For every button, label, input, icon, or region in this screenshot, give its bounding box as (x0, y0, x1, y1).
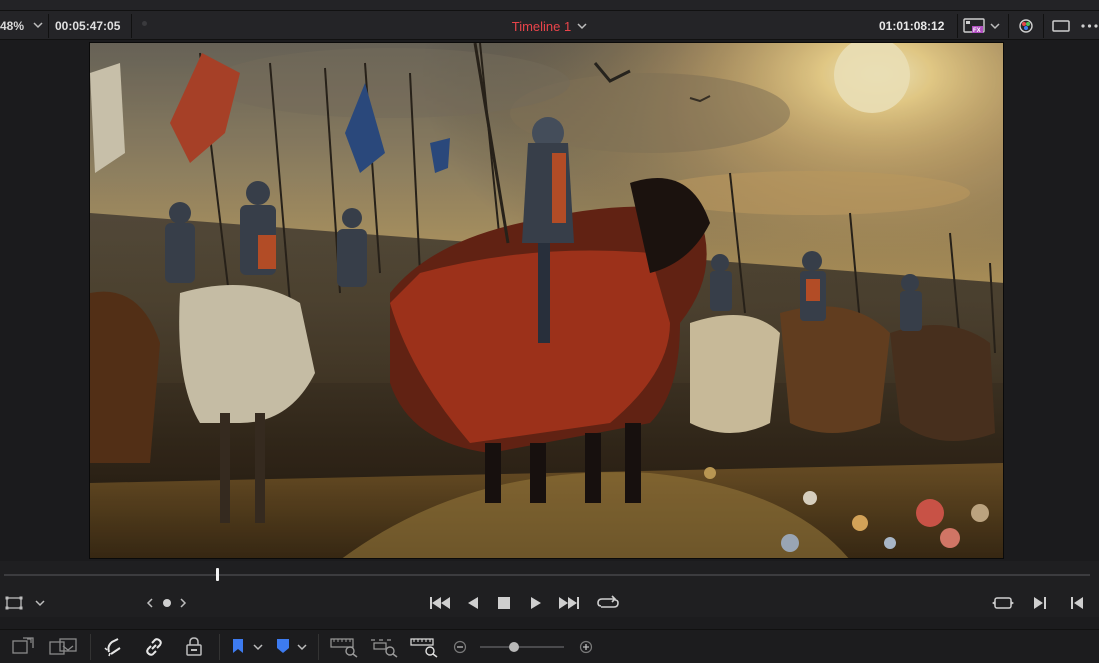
video-viewer[interactable] (0, 40, 1099, 561)
prev-clip-button[interactable] (145, 594, 155, 617)
transport-controls (0, 589, 1099, 617)
jump-to-start-button[interactable] (428, 594, 452, 617)
timeline-toolbar (0, 629, 1099, 663)
jump-to-end-button[interactable] (557, 594, 581, 617)
stop-icon (498, 597, 510, 609)
timeline-name: Timeline 1 (511, 18, 572, 34)
record-timecode: 01:01:08:12 (879, 19, 945, 33)
snapping-button[interactable] (104, 636, 126, 663)
divider (957, 14, 958, 38)
video-fx-icon: FX (963, 18, 1000, 34)
stop-button[interactable] (497, 594, 511, 617)
jump-to-start-icon (430, 597, 450, 609)
lock-button[interactable] (183, 636, 205, 663)
match-frame-button[interactable] (992, 594, 1014, 617)
chevron-down-icon (577, 23, 587, 30)
play-icon (531, 597, 541, 609)
zoom-out-button[interactable] (453, 636, 467, 663)
scrubber-track[interactable] (4, 574, 1090, 576)
zoom-out-icon (453, 640, 467, 654)
divider (318, 634, 319, 660)
timeline-view-icon (12, 637, 34, 654)
loop-icon (597, 595, 619, 608)
divider (1043, 14, 1044, 38)
link-button[interactable] (143, 636, 165, 663)
clip-dot-icon (163, 599, 171, 607)
zoom-full-icon (330, 638, 358, 658)
viewer-mode-icon (1052, 20, 1070, 32)
viewer-mode-button[interactable] (1051, 17, 1071, 40)
snapping-icon (104, 638, 121, 657)
zoom-custom-icon (410, 638, 438, 658)
zoom-detail-icon (371, 639, 398, 658)
jump-to-end-icon (559, 597, 579, 609)
svg-text:FX: FX (973, 28, 981, 34)
zoom-full-button[interactable] (330, 636, 360, 663)
scrubber-bar[interactable] (0, 561, 1099, 589)
video-frame (89, 42, 1004, 559)
lock-icon (186, 637, 202, 656)
flag-icon (233, 639, 243, 653)
link-icon (146, 638, 162, 656)
loop-button[interactable] (596, 594, 620, 617)
playhead[interactable] (215, 568, 219, 581)
play-button[interactable] (529, 594, 543, 617)
next-clip-button[interactable] (178, 594, 188, 617)
more-options-button[interactable] (1080, 17, 1099, 40)
multicam-button[interactable] (48, 636, 78, 663)
chevron-down-icon (35, 600, 45, 607)
video-fx-button[interactable]: FX (963, 17, 1003, 40)
more-icon (1081, 24, 1098, 28)
prev-edit-button[interactable] (1069, 594, 1085, 617)
play-reverse-icon (468, 597, 478, 609)
prev-edit-icon (1071, 597, 1083, 609)
zoom-slider-track[interactable] (480, 646, 564, 648)
zoom-detail-button[interactable] (370, 636, 400, 663)
play-reverse-button[interactable] (466, 594, 480, 617)
zoom-custom-button[interactable] (410, 636, 440, 663)
next-edit-button[interactable] (1032, 594, 1048, 617)
flag-button[interactable] (230, 636, 266, 663)
marker-button[interactable] (274, 636, 310, 663)
divider (1008, 14, 1009, 38)
prev-clip-icon (146, 598, 153, 608)
divider (90, 634, 91, 660)
marker-icon (277, 639, 289, 653)
next-clip-icon (180, 598, 187, 608)
zoom-in-icon (579, 640, 593, 654)
chevron-down-icon (297, 644, 307, 651)
zoom-slider-handle[interactable] (508, 642, 519, 652)
window-top-strip (0, 0, 1099, 10)
color-bypass-icon (1019, 19, 1033, 33)
divider (219, 634, 220, 660)
viewer-mode-icon (5, 596, 23, 610)
zoom-in-button[interactable] (579, 636, 593, 663)
match-frame-icon (992, 597, 1014, 609)
color-bypass-button[interactable] (1016, 17, 1036, 40)
timeline-view-button[interactable] (11, 636, 35, 663)
next-edit-icon (1034, 597, 1046, 609)
clip-dot-button[interactable] (161, 594, 173, 617)
viewer-options-button[interactable] (5, 594, 49, 617)
frame-image (90, 43, 1003, 558)
multicam-icon (49, 638, 77, 655)
chevron-down-icon (253, 644, 263, 651)
viewer-header: 48% 00:05:47:05 Timeline 1 01:01:08:12 F… (0, 10, 1099, 40)
